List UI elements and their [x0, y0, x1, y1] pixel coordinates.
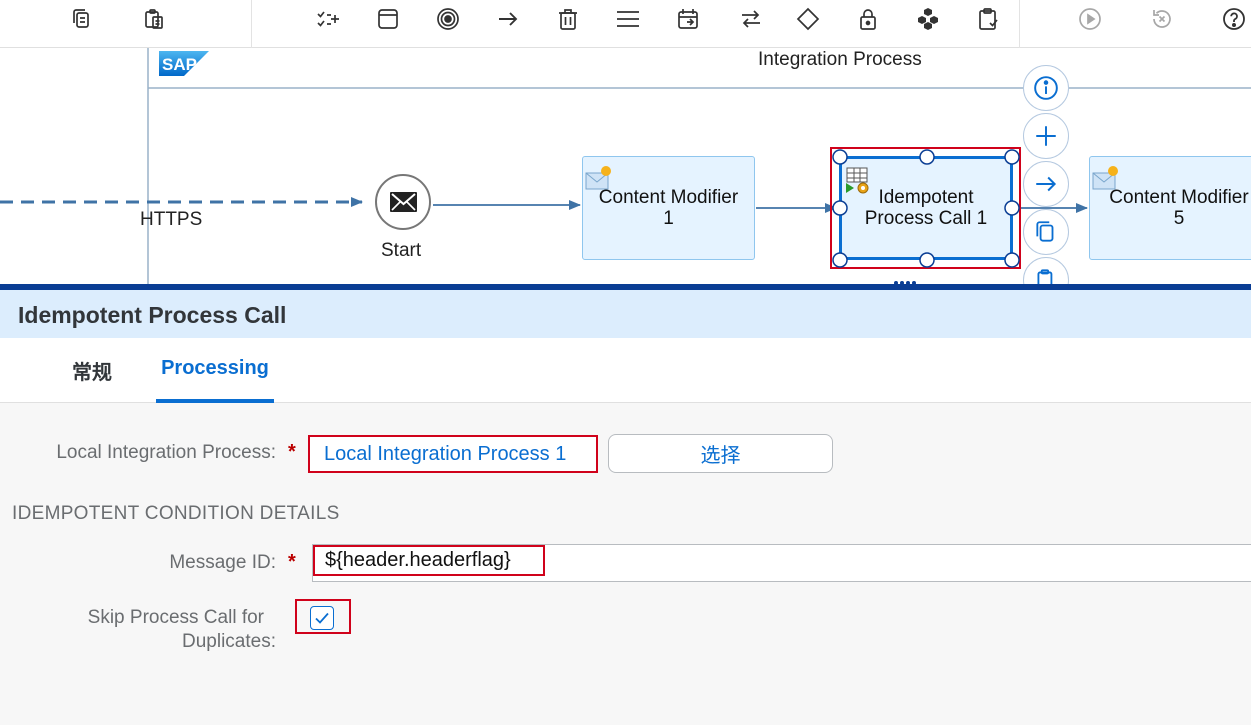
- copy-icon[interactable]: [63, 4, 101, 34]
- delete-icon[interactable]: [549, 4, 587, 34]
- skip-label-line2: Duplicates:: [182, 631, 276, 652]
- toolbar: [0, 0, 1251, 48]
- toolbar-separator: [251, 0, 252, 48]
- skip-duplicates-checkbox[interactable]: [310, 606, 334, 630]
- sap-logo: SAP: [159, 51, 209, 76]
- add-icon[interactable]: [1023, 113, 1069, 159]
- start-event[interactable]: [376, 175, 430, 229]
- node-label: Content Modifier 1: [598, 187, 739, 229]
- content-modifier-5-node[interactable]: Content Modifier 5: [1089, 156, 1251, 260]
- play-icon[interactable]: [1071, 4, 1109, 34]
- clipboard-check-icon[interactable]: [969, 4, 1007, 34]
- content-modifier-1-node[interactable]: Content Modifier 1: [582, 156, 755, 260]
- target-icon[interactable]: [429, 4, 467, 34]
- undo-icon[interactable]: [1143, 4, 1181, 34]
- checkmark-icon: [315, 612, 329, 624]
- lock-icon[interactable]: [849, 4, 887, 34]
- checklist-icon[interactable]: [309, 4, 347, 34]
- properties-title: Idempotent Process Call: [18, 302, 287, 328]
- arrow-right-icon[interactable]: [489, 4, 527, 34]
- cube-group-icon[interactable]: [909, 4, 947, 34]
- connection-label: HTTPS: [140, 209, 203, 230]
- section-title: IDEMPOTENT CONDITION DETAILS: [12, 503, 340, 524]
- connect-icon[interactable]: [1023, 161, 1069, 207]
- properties-form: Local Integration Process: * Local Integ…: [0, 403, 1251, 725]
- help-icon[interactable]: [1215, 4, 1251, 34]
- toolbar-separator: [1019, 0, 1020, 48]
- skip-label-line1: Skip Process Call for: [87, 607, 264, 628]
- local-process-link[interactable]: Local Integration Process 1: [308, 435, 598, 473]
- properties-tabs: 常规 Processing: [0, 338, 1251, 403]
- process-canvas[interactable]: SAP Integration Process HTTPS Start Cont…: [0, 48, 1251, 284]
- integration-flow-editor: SAP Integration Process HTTPS Start Cont…: [0, 0, 1251, 725]
- diamond-icon[interactable]: [789, 4, 827, 34]
- message-id-label: Message ID:: [169, 552, 276, 573]
- local-process-label: Local Integration Process:: [56, 442, 276, 463]
- selection-handles[interactable]: [830, 147, 1021, 269]
- select-button[interactable]: 选择: [608, 434, 833, 473]
- content-modifier-icon: [585, 166, 611, 190]
- menu-icon[interactable]: [609, 4, 647, 34]
- properties-header: Idempotent Process Call: [0, 290, 1251, 338]
- tab-general[interactable]: 常规: [62, 338, 122, 403]
- node-label: Content Modifier 5: [1109, 187, 1249, 229]
- info-icon[interactable]: [1023, 65, 1069, 111]
- sap-logo-text: SAP: [162, 55, 197, 74]
- tab-processing[interactable]: Processing: [156, 338, 274, 403]
- calendar-icon[interactable]: [669, 4, 707, 34]
- paste-icon[interactable]: [135, 4, 173, 34]
- content-modifier-icon: [1092, 166, 1118, 190]
- required-marker: *: [288, 551, 296, 573]
- pool-title: Integration Process: [758, 49, 922, 70]
- required-marker: *: [288, 441, 296, 463]
- message-id-value[interactable]: ${header.headerflag}: [313, 545, 545, 576]
- maximize-icon[interactable]: [369, 4, 407, 34]
- exchange-icon[interactable]: [732, 4, 770, 34]
- copy-icon[interactable]: [1023, 209, 1069, 255]
- start-label: Start: [381, 240, 422, 261]
